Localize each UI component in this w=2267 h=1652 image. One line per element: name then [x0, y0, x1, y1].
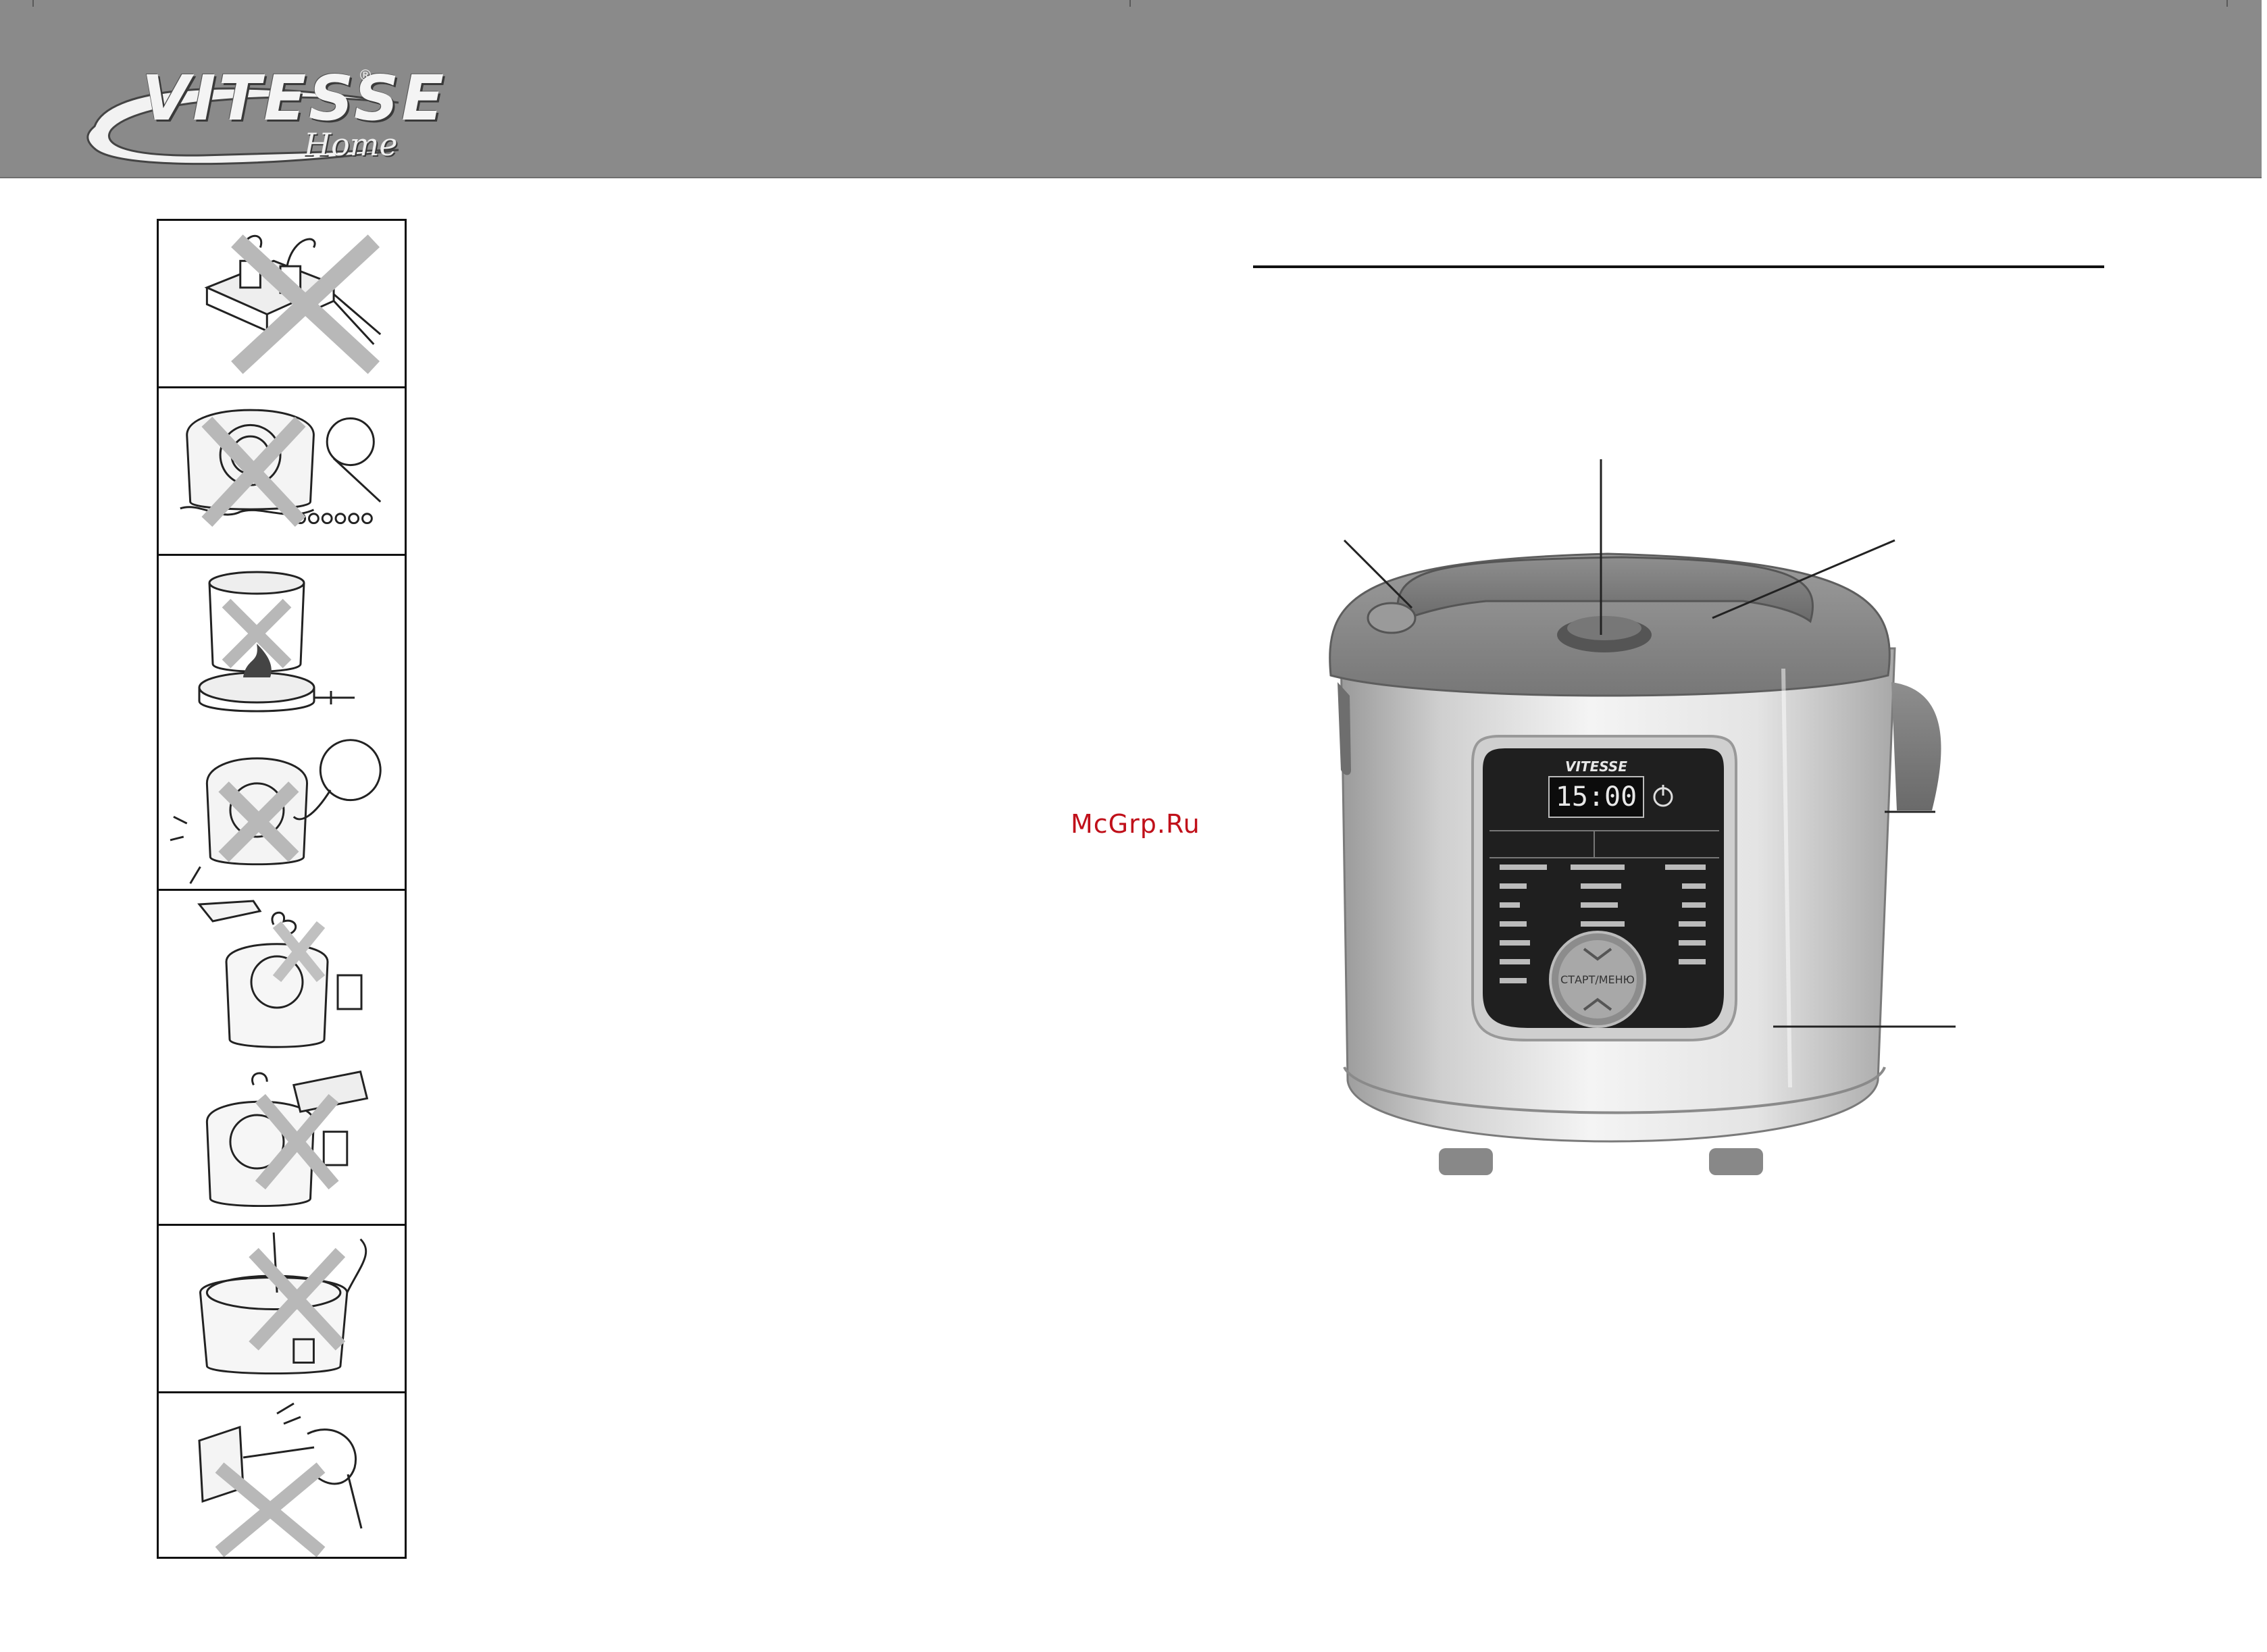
warning-item [159, 388, 405, 556]
warning-item [159, 891, 405, 1058]
header-bar: VITESSE ® Home [0, 0, 2262, 178]
no-touch-steam-icon [197, 900, 363, 1048]
panel-brand: VITESSE [1565, 758, 1627, 775]
section-title-rule [1253, 265, 2104, 268]
warning-pictogram-panel [157, 219, 407, 1559]
crop-mark [2226, 0, 2228, 7]
warning-item [159, 723, 405, 891]
warning-item [159, 556, 405, 723]
warning-item [159, 221, 405, 388]
vitesse-logo: VITESSE ® Home [81, 62, 444, 170]
start-label: СТАРТ/МЕНЮ [1560, 973, 1635, 986]
no-water-immersion-icon [180, 409, 382, 527]
logo-subtitle: Home [304, 126, 398, 163]
multicooker-illustration: 15:00 VITESSE СТАРТ/МЕНЮ [1310, 446, 1986, 1195]
logo-wordmark: VITESSE [142, 62, 447, 134]
display-time: 15:00 [1556, 781, 1637, 812]
no-cover-vent-icon [205, 1070, 369, 1208]
crop-mark [1129, 0, 1131, 7]
warning-item [159, 1226, 405, 1393]
warning-item [159, 1058, 405, 1226]
crop-mark [32, 0, 34, 7]
no-multi-socket-icon [204, 234, 382, 374]
no-pour-into-base-icon [199, 1232, 367, 1375]
no-pull-cord-icon [198, 1402, 363, 1557]
logo-trademark: ® [358, 68, 373, 84]
watermark-text: McGrp.Ru [1071, 809, 1200, 839]
multicooker-icon: 15:00 VITESSE СТАРТ/МЕНЮ [1329, 552, 1941, 1175]
no-child-contact-icon [170, 739, 382, 884]
no-gas-stove-icon [198, 571, 355, 713]
warning-item [159, 1393, 405, 1557]
